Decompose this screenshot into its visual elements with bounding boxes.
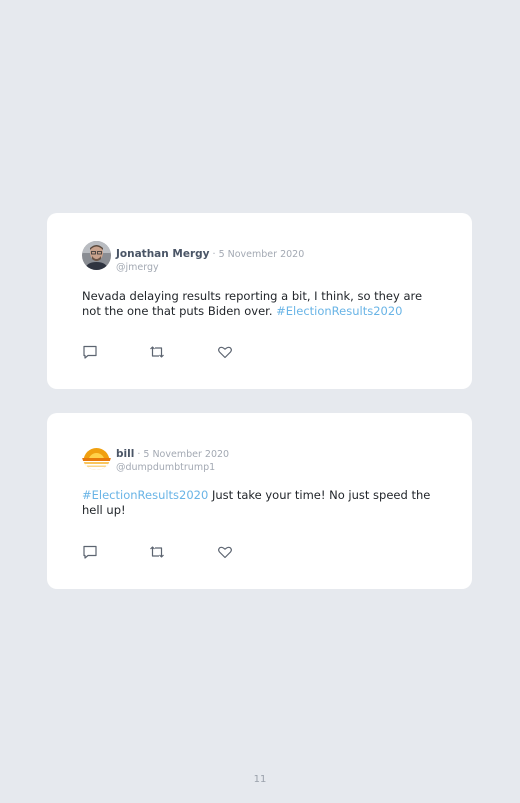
heart-icon[interactable] bbox=[217, 544, 233, 560]
avatar[interactable] bbox=[82, 441, 111, 470]
avatar[interactable] bbox=[82, 241, 111, 270]
profile-photo-sunset-icon bbox=[82, 441, 111, 470]
retweet-icon[interactable] bbox=[149, 544, 165, 560]
profile-photo-man-icon bbox=[82, 241, 111, 270]
retweet-icon[interactable] bbox=[149, 344, 165, 360]
separator-dot: · bbox=[209, 249, 219, 260]
tweet-text: #ElectionResults2020 Just take your time… bbox=[82, 488, 442, 518]
tweet-card: bill · 5 November 2020 @dumpdumbtrump1 #… bbox=[47, 413, 472, 589]
author-handle[interactable]: @jmergy bbox=[116, 262, 304, 273]
tweet-card: Jonathan Mergy · 5 November 2020 @jmergy… bbox=[47, 213, 472, 389]
hashtag-link[interactable]: #ElectionResults2020 bbox=[82, 488, 208, 502]
tweet-date[interactable]: 5 November 2020 bbox=[143, 449, 229, 460]
tweet-text: Nevada delaying results reporting a bit,… bbox=[82, 289, 442, 319]
author-name[interactable]: bill bbox=[116, 448, 134, 460]
comment-icon[interactable] bbox=[82, 544, 98, 560]
tweet-date[interactable]: 5 November 2020 bbox=[219, 249, 305, 260]
author-name[interactable]: Jonathan Mergy bbox=[116, 248, 210, 260]
page-number: 11 bbox=[253, 774, 267, 785]
hashtag-link[interactable]: #ElectionResults2020 bbox=[276, 304, 402, 318]
author-handle[interactable]: @dumpdumbtrump1 bbox=[116, 462, 229, 473]
heart-icon[interactable] bbox=[217, 344, 233, 360]
comment-icon[interactable] bbox=[82, 344, 98, 360]
